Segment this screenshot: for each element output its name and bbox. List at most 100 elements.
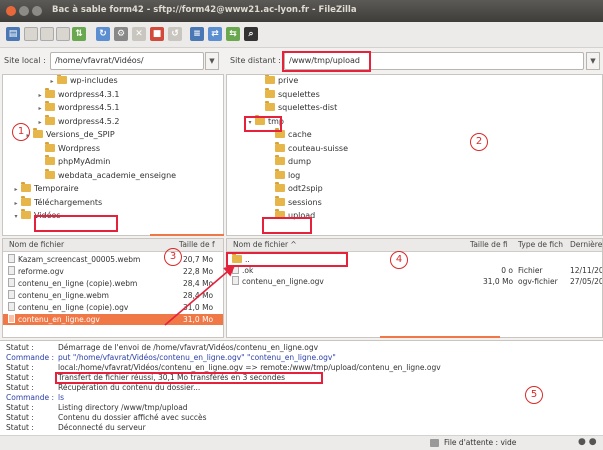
- folder-icon: [275, 168, 285, 179]
- tree-item[interactable]: Wordpress: [35, 141, 101, 155]
- tree-item[interactable]: ▸ Téléchargements: [11, 195, 102, 210]
- annotation-highlight-remote-path: [282, 51, 371, 72]
- tree-item[interactable]: ▸ wp-includes: [47, 75, 118, 87]
- tree-item[interactable]: phpMyAdmin: [35, 155, 110, 168]
- column-header-filename[interactable]: Nom de fichier ^: [233, 239, 297, 251]
- folder-icon: [45, 141, 55, 152]
- site-manager-icon[interactable]: ▤: [6, 27, 20, 41]
- toggle-log-icon[interactable]: [24, 27, 38, 41]
- tree-item[interactable]: webdata_academie_enseigne: [35, 168, 176, 182]
- log-line-text: put "/home/vfavrat/Vidéos/contenu_en_lig…: [58, 353, 336, 362]
- cancel-icon[interactable]: ✕: [132, 27, 146, 41]
- file-row[interactable]: contenu_en_ligne (copie).ogv 31,0 Mo: [3, 302, 223, 313]
- file-size: 20,7 Mo: [183, 255, 214, 264]
- process-queue-icon[interactable]: ⚙: [114, 27, 128, 41]
- tree-item[interactable]: prive: [255, 75, 298, 87]
- directory-listing-filters-icon[interactable]: ≡: [190, 27, 204, 41]
- disconnect-icon[interactable]: ■: [150, 27, 164, 41]
- transfer-queue-icon[interactable]: ⇅: [72, 27, 86, 41]
- log-line: Statut : Démarrage de l'envoi de /home/vf…: [6, 343, 318, 353]
- folder-icon: [45, 114, 55, 125]
- toggle-remote-tree-icon[interactable]: [56, 27, 70, 41]
- tree-item[interactable]: sessions: [265, 195, 322, 209]
- folder-icon: [275, 141, 285, 152]
- expand-arrow-icon[interactable]: ▸: [11, 184, 21, 196]
- tree-item[interactable]: ▸ Temporaire: [11, 182, 79, 196]
- log-line-text: Récupération du contenu du dossier...: [58, 383, 201, 392]
- tree-item[interactable]: log: [265, 168, 301, 182]
- folder-icon: [275, 155, 285, 165]
- local-address-bar: Site local : /home/vfavrat/Vidéos/ ▼: [0, 52, 222, 72]
- file-name: Kazam_screencast_00005.webm: [18, 255, 141, 264]
- file-name: contenu_en_ligne (copie).webm: [18, 279, 138, 288]
- local-file-list: Nom de fichier Taille de f Kazam_screenc…: [2, 238, 224, 338]
- chevron-down-icon[interactable]: ▼: [586, 52, 600, 70]
- folder-icon: [275, 195, 285, 206]
- file-date: 12/11/20: [570, 266, 603, 275]
- tree-item[interactable]: squelettes: [255, 87, 320, 101]
- tree-item[interactable]: odt2spip: [265, 182, 323, 195]
- tree-item[interactable]: couteau-suisse: [265, 141, 348, 155]
- log-line-label: Statut :: [6, 403, 34, 412]
- file-row[interactable]: Kazam_screencast_00005.webm 20,7 Mo: [3, 254, 223, 265]
- tree-item[interactable]: squelettes-dist: [255, 101, 337, 114]
- tree-item-label: dump: [288, 157, 312, 166]
- tree-item-label: Temporaire: [34, 184, 79, 193]
- tree-item-label: wordpress4.3.1: [58, 89, 120, 99]
- file-icon: [8, 314, 15, 323]
- folder-icon: [265, 101, 275, 111]
- log-line-text: local:/home/vfavrat/Vidéos/contenu_en_li…: [58, 363, 441, 372]
- chevron-down-icon[interactable]: ▼: [205, 52, 219, 70]
- log-line-label: Commande :: [6, 393, 55, 402]
- column-header-size[interactable]: Taille de f: [179, 239, 215, 251]
- tree-item-label: odt2spip: [288, 184, 323, 193]
- file-row[interactable]: contenu_en_ligne (copie).webm 28,4 Mo: [3, 278, 223, 289]
- tree-item-label: wordpress4.5.1: [58, 103, 120, 112]
- reconnect-icon[interactable]: ↺: [168, 27, 182, 41]
- tree-item[interactable]: ▸ wordpress4.5.1: [35, 101, 120, 115]
- maximize-window-button[interactable]: [32, 6, 42, 16]
- log-line-label: Statut :: [6, 423, 34, 432]
- tree-item-label: Wordpress: [58, 143, 101, 153]
- expand-arrow-icon[interactable]: ▸: [35, 117, 45, 129]
- column-header-type[interactable]: Type de fich: [518, 239, 563, 251]
- search-icon[interactable]: ⌕: [244, 27, 258, 41]
- file-row[interactable]: contenu_en_ligne.webm 28,4 Mo: [3, 290, 223, 301]
- column-header-date[interactable]: Dernière: [570, 239, 602, 251]
- tree-item-label: wordpress4.5.2: [58, 116, 120, 126]
- column-header-size[interactable]: Taille de fi: [470, 239, 508, 251]
- message-log: Statut : Démarrage de l'envoi de /home/vf…: [0, 340, 603, 435]
- log-line-label: Statut :: [6, 343, 34, 352]
- file-row[interactable]: contenu_en_ligne.ogv 31,0 Mo: [3, 314, 223, 325]
- expanded-arrow-icon[interactable]: ▾: [11, 211, 21, 223]
- expand-arrow-icon[interactable]: ▸: [47, 76, 57, 88]
- tree-item-label: log: [288, 170, 301, 180]
- compare-icon[interactable]: ⇄: [208, 27, 222, 41]
- expand-arrow-icon[interactable]: ▸: [35, 90, 45, 102]
- file-icon: [8, 290, 15, 299]
- annotation-number-3: 3: [164, 248, 182, 266]
- folder-icon: [45, 87, 55, 98]
- file-row[interactable]: reforme.ogv 22,8 Mo: [3, 266, 223, 277]
- tree-item[interactable]: ▸ wordpress4.3.1: [35, 87, 120, 102]
- tree-item-label: squelettes: [278, 89, 320, 99]
- tree-item[interactable]: dump: [265, 155, 312, 168]
- annotation-highlight-tmp: [244, 116, 282, 132]
- queue-status: File d'attente : vide: [444, 438, 517, 447]
- close-window-button[interactable]: [6, 6, 16, 16]
- folder-icon: [265, 75, 275, 84]
- expand-arrow-icon[interactable]: ▸: [35, 103, 45, 115]
- file-row[interactable]: contenu_en_ligne.ogv 31,0 Mo ogv-fichier 27…: [227, 276, 602, 287]
- tree-item[interactable]: ▸ Versions_de_SPIP: [23, 128, 115, 141]
- expand-arrow-icon[interactable]: ▸: [11, 198, 21, 210]
- sync-browsing-icon[interactable]: ⇆: [226, 27, 240, 41]
- column-header-filename[interactable]: Nom de fichier: [9, 239, 64, 251]
- folder-icon: [21, 195, 31, 206]
- folder-icon: [265, 87, 275, 98]
- tree-item[interactable]: ▸ wordpress4.5.2: [35, 114, 120, 129]
- toggle-local-tree-icon[interactable]: [40, 27, 54, 41]
- minimize-window-button[interactable]: [19, 6, 29, 16]
- annotation-highlight-upload: [262, 217, 312, 234]
- local-path-input[interactable]: /home/vfavrat/Vidéos/: [50, 52, 204, 70]
- refresh-icon[interactable]: ↻: [96, 27, 110, 41]
